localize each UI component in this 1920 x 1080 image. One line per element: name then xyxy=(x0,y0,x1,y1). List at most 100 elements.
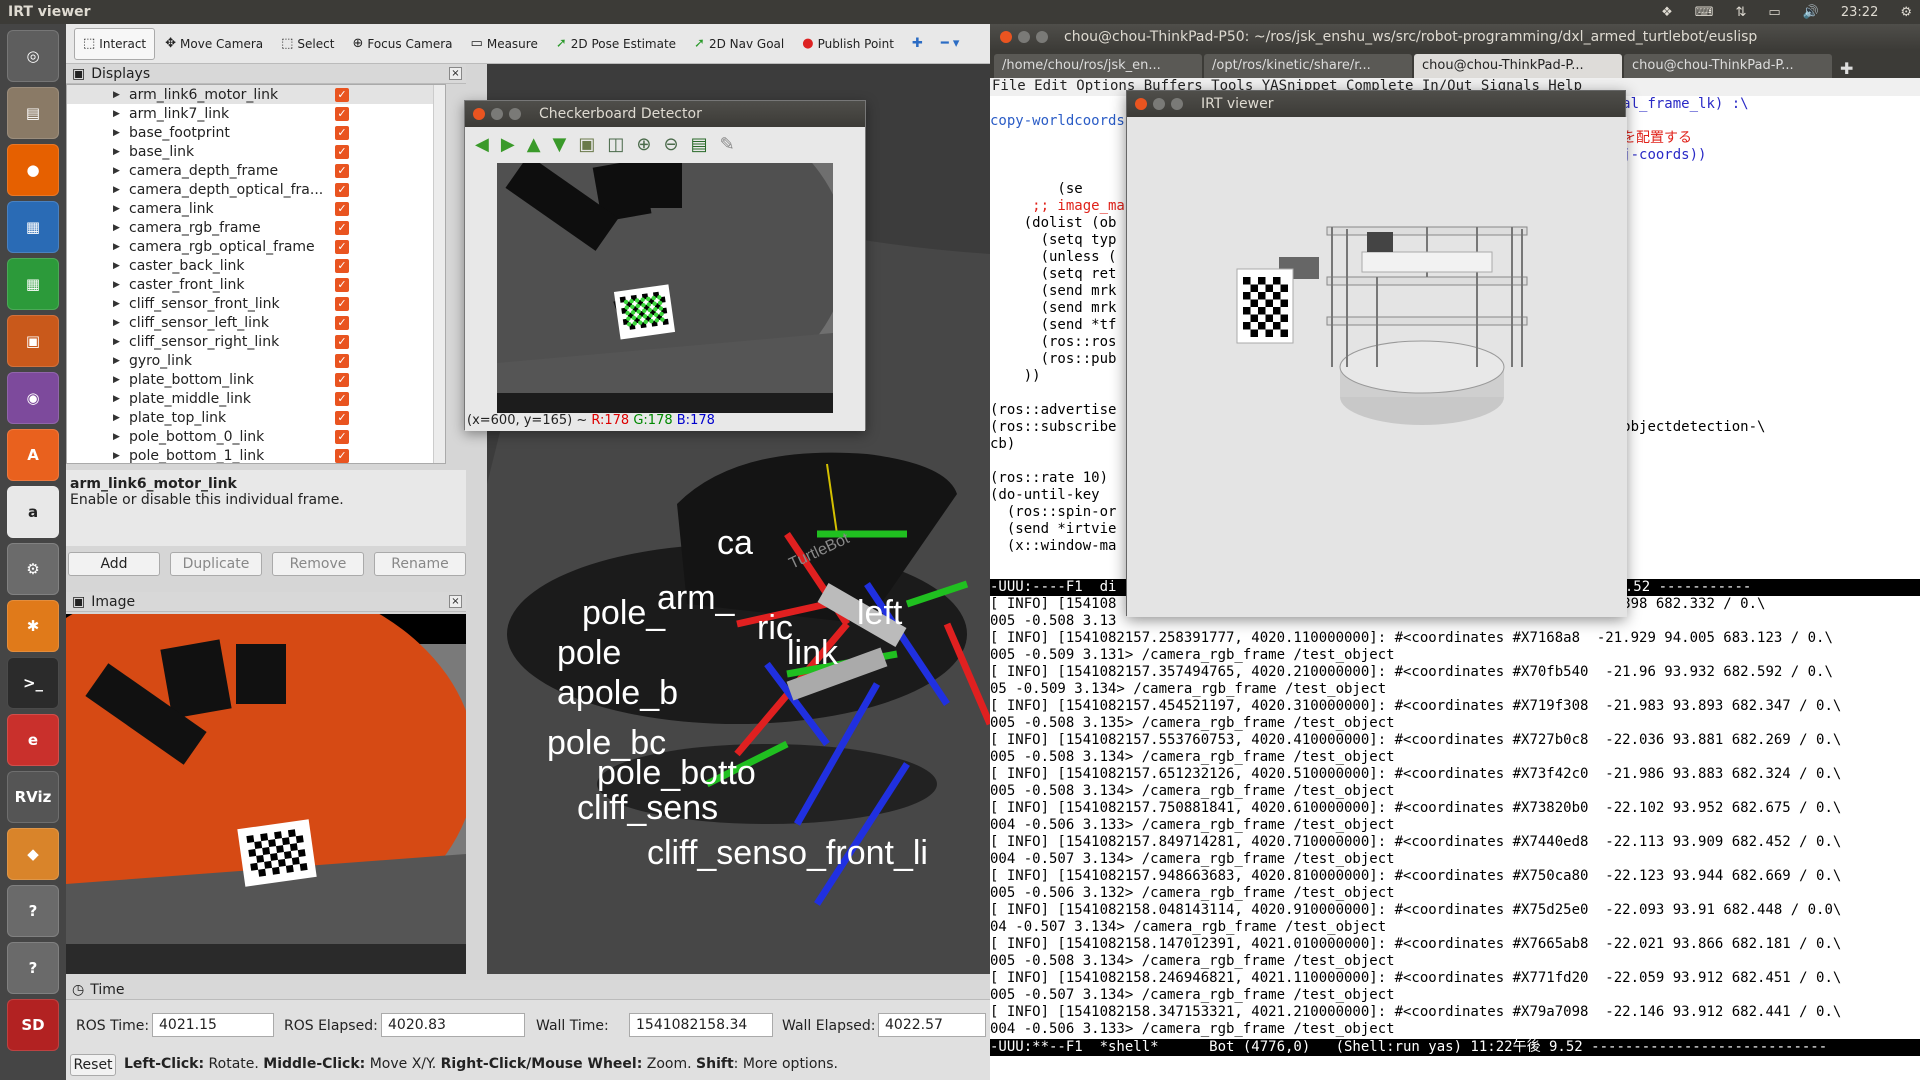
expand-arrow-icon[interactable]: ▶ xyxy=(113,318,123,328)
minimize-icon[interactable] xyxy=(1153,98,1165,110)
calc-icon[interactable]: ▦ xyxy=(7,258,59,310)
help-icon[interactable]: ? xyxy=(7,885,59,937)
gear-icon[interactable]: ⚙ xyxy=(1900,5,1912,20)
frame-row[interactable]: ▶ camera_link ✓ xyxy=(67,199,445,218)
frame-checkbox[interactable]: ✓ xyxy=(335,278,349,292)
terminal-icon[interactable]: >_ xyxy=(7,657,59,709)
frame-row[interactable]: ▶ base_link ✓ xyxy=(67,142,445,161)
maximize-icon[interactable] xyxy=(1171,98,1183,110)
ros-elapsed-field[interactable]: 4020.83 xyxy=(381,1013,525,1037)
writer-icon[interactable]: ▦ xyxy=(7,201,59,253)
expand-arrow-icon[interactable]: ▶ xyxy=(113,394,123,404)
expand-arrow-icon[interactable]: ▶ xyxy=(113,204,123,214)
frame-row[interactable]: ▶ plate_middle_link ✓ xyxy=(67,389,445,408)
checkerboard-image[interactable] xyxy=(497,163,833,417)
frame-checkbox[interactable]: ✓ xyxy=(335,297,349,311)
frame-checkbox[interactable]: ✓ xyxy=(335,354,349,368)
save-icon[interactable]: ▤ xyxy=(691,134,708,155)
checkerboard-title-bar[interactable]: Checkerboard Detector xyxy=(465,101,865,127)
expand-arrow-icon[interactable]: ▶ xyxy=(113,451,123,461)
screenshot-icon[interactable]: ◉ xyxy=(7,372,59,424)
wall-time-field[interactable]: 1541082158.34 xyxy=(629,1013,773,1037)
frame-checkbox[interactable]: ✓ xyxy=(335,164,349,178)
maximize-icon[interactable] xyxy=(1036,31,1048,43)
close-icon[interactable] xyxy=(1135,98,1147,110)
expand-arrow-icon[interactable]: ▶ xyxy=(113,147,123,157)
rename-button[interactable]: Rename xyxy=(374,552,466,576)
dropbox-icon[interactable]: ❖ xyxy=(1661,5,1673,20)
expand-arrow-icon[interactable]: ▶ xyxy=(113,109,123,119)
frame-checkbox[interactable]: ✓ xyxy=(335,411,349,425)
frame-row[interactable]: ▶ cliff_sensor_front_link ✓ xyxy=(67,294,445,313)
frame-checkbox[interactable]: ✓ xyxy=(335,430,349,444)
expand-arrow-icon[interactable]: ▶ xyxy=(113,375,123,385)
down-arrow-icon[interactable]: ▼ xyxy=(553,134,567,155)
frame-row[interactable]: ▶ pole_bottom_1_link ✓ xyxy=(67,446,445,463)
firefox-icon[interactable]: ● xyxy=(7,144,59,196)
wall-elapsed-field[interactable]: 4022.57 xyxy=(878,1013,986,1037)
tool-measure[interactable]: ▭ Measure xyxy=(463,28,546,60)
frame-checkbox[interactable]: ✓ xyxy=(335,202,349,216)
volume-icon[interactable]: 🔊 xyxy=(1803,5,1819,20)
irt-3d-view[interactable] xyxy=(1127,117,1627,617)
battery-icon[interactable]: ▭ xyxy=(1768,5,1780,20)
expand-arrow-icon[interactable]: ▶ xyxy=(113,413,123,423)
frame-row[interactable]: ▶ plate_bottom_link ✓ xyxy=(67,370,445,389)
frame-checkbox[interactable]: ✓ xyxy=(335,316,349,330)
expand-arrow-icon[interactable]: ▶ xyxy=(113,337,123,347)
frame-row[interactable]: ▶ plate_top_link ✓ xyxy=(67,408,445,427)
image-view[interactable] xyxy=(66,614,466,974)
frame-checkbox[interactable]: ✓ xyxy=(335,240,349,254)
expand-arrow-icon[interactable]: ▶ xyxy=(113,432,123,442)
zoom-out-icon[interactable]: ⊖ xyxy=(664,134,679,155)
frame-checkbox[interactable]: ✓ xyxy=(335,335,349,349)
irt-title-bar[interactable]: IRT viewer xyxy=(1127,91,1625,117)
frame-row[interactable]: ▶ arm_link7_link ✓ xyxy=(67,104,445,123)
emacs-icon[interactable]: e xyxy=(7,714,59,766)
terminal-tab-active[interactable]: chou@chou-ThinkPad-P... xyxy=(1414,54,1622,78)
expand-arrow-icon[interactable]: ▶ xyxy=(113,166,123,176)
sdcard-icon[interactable]: SD xyxy=(7,999,59,1051)
close-icon[interactable]: × xyxy=(449,67,462,80)
frame-row[interactable]: ▶ base_footprint ✓ xyxy=(67,123,445,142)
frame-row[interactable]: ▶ camera_depth_frame ✓ xyxy=(67,161,445,180)
software-icon[interactable]: A xyxy=(7,429,59,481)
terminal-tab[interactable]: /home/chou/ros/jsk_en... xyxy=(994,54,1202,78)
frame-row[interactable]: ▶ pole_bottom_0_link ✓ xyxy=(67,427,445,446)
amazon-icon[interactable]: a xyxy=(7,486,59,538)
remove-button[interactable]: Remove xyxy=(272,552,364,576)
expand-arrow-icon[interactable]: ▶ xyxy=(113,280,123,290)
impress-icon[interactable]: ▣ xyxy=(7,315,59,367)
frame-checkbox[interactable]: ✓ xyxy=(335,221,349,235)
duplicate-button[interactable]: Duplicate xyxy=(170,552,262,576)
frame-row[interactable]: ▶ camera_rgb_frame ✓ xyxy=(67,218,445,237)
expand-arrow-icon[interactable]: ▶ xyxy=(113,242,123,252)
expand-arrow-icon[interactable]: ▶ xyxy=(113,90,123,100)
frame-row[interactable]: ▶ cliff_sensor_right_link ✓ xyxy=(67,332,445,351)
close-icon[interactable] xyxy=(1000,31,1012,43)
frame-checkbox[interactable]: ✓ xyxy=(335,145,349,159)
expand-arrow-icon[interactable]: ▶ xyxy=(113,299,123,309)
frame-checkbox[interactable]: ✓ xyxy=(335,126,349,140)
settings-icon[interactable]: ⚙ xyxy=(7,543,59,595)
frame-checkbox[interactable]: ✓ xyxy=(335,392,349,406)
tool-move-camera[interactable]: ✥ Move Camera xyxy=(157,28,271,60)
expand-arrow-icon[interactable]: ▶ xyxy=(113,261,123,271)
close-icon[interactable]: × xyxy=(449,595,462,608)
clock[interactable]: 23:22 xyxy=(1841,5,1878,20)
expand-arrow-icon[interactable]: ▶ xyxy=(113,128,123,138)
network-icon[interactable]: ⇅ xyxy=(1735,5,1746,20)
tool-publish-point[interactable]: ● Publish Point xyxy=(794,28,902,60)
frame-row[interactable]: ▶ camera_depth_optical_fra... ✓ xyxy=(67,180,445,199)
tree-scrollbar[interactable] xyxy=(433,85,445,463)
expand-arrow-icon[interactable]: ▶ xyxy=(113,356,123,366)
new-tab-icon[interactable]: ✚ xyxy=(1834,59,1859,78)
frame-checkbox[interactable]: ✓ xyxy=(335,107,349,121)
frame-checkbox[interactable]: ✓ xyxy=(335,449,349,463)
zoom-fit-icon[interactable]: ◫ xyxy=(607,134,624,155)
help2-icon[interactable]: ? xyxy=(7,942,59,994)
tool-focus-camera[interactable]: ⊕ Focus Camera xyxy=(344,28,460,60)
frame-row[interactable]: ▶ gyro_link ✓ xyxy=(67,351,445,370)
ros-time-field[interactable]: 4021.15 xyxy=(152,1013,274,1037)
shell-log[interactable]: [ INFO] [154108 8 -21.876 93.898 682.332… xyxy=(990,596,1920,1038)
